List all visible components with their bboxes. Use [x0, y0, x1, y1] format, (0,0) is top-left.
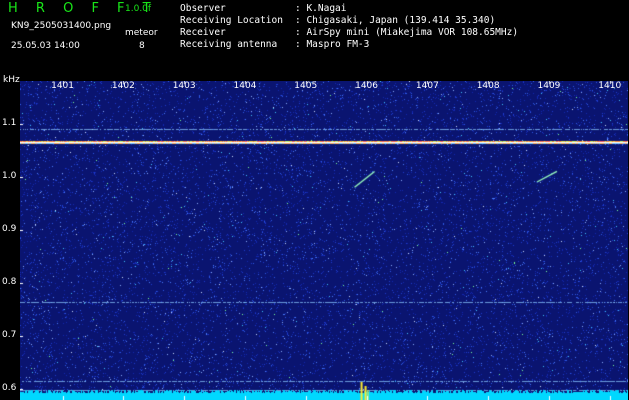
observer-value: : K.Nagai [295, 3, 347, 14]
meteor-count: 8 [139, 41, 145, 51]
antenna-value: : Maspro FM-3 [295, 39, 370, 50]
x-tick-label: 1406 [355, 81, 378, 91]
x-tick-label: 1405 [294, 81, 318, 91]
x-tick-label: 1401 [51, 81, 74, 91]
location-value: : Chigasaki, Japan (139.414 35.340) [295, 15, 496, 26]
x-tick-label: 1410 [598, 81, 622, 91]
x-tick-label: 1404 [233, 81, 257, 91]
receiver-label: Receiver [180, 27, 226, 38]
y-tick-label: 0.7 [2, 330, 17, 341]
date-time: 25.05.03 14:00 [11, 41, 80, 51]
spectrogram-canvas[interactable] [20, 81, 628, 400]
file-name: KN9_2505031400.png [11, 21, 112, 31]
y-tick-label: 0.6 [2, 383, 17, 394]
antenna-label: Receiving antenna [180, 39, 278, 50]
x-tick-label: 1408 [476, 81, 500, 91]
location-label: Receiving Location [180, 15, 283, 26]
x-tick-label: 1403 [172, 81, 196, 91]
y-tick-label: 1.1 [2, 117, 17, 128]
observer-label: Observer [180, 3, 226, 14]
app-version: 1.0.0f [125, 4, 152, 14]
y-axis-unit: kHz [3, 75, 20, 85]
x-tick-label: 1402 [111, 81, 135, 91]
y-tick-label: 0.9 [2, 223, 17, 234]
receiver-value: : AirSpy mini (Miakejima VOR 108.65MHz) [295, 27, 519, 38]
x-tick-label: 1407 [415, 81, 439, 91]
y-tick-label: 1.0 [2, 170, 17, 181]
y-tick-label: 0.8 [2, 277, 17, 288]
header-panel: H R O F F T 1.0.0f KN9_2505031400.png me… [0, 0, 629, 78]
meteor-label: meteor [125, 28, 158, 38]
x-tick-label: 1409 [537, 81, 561, 91]
